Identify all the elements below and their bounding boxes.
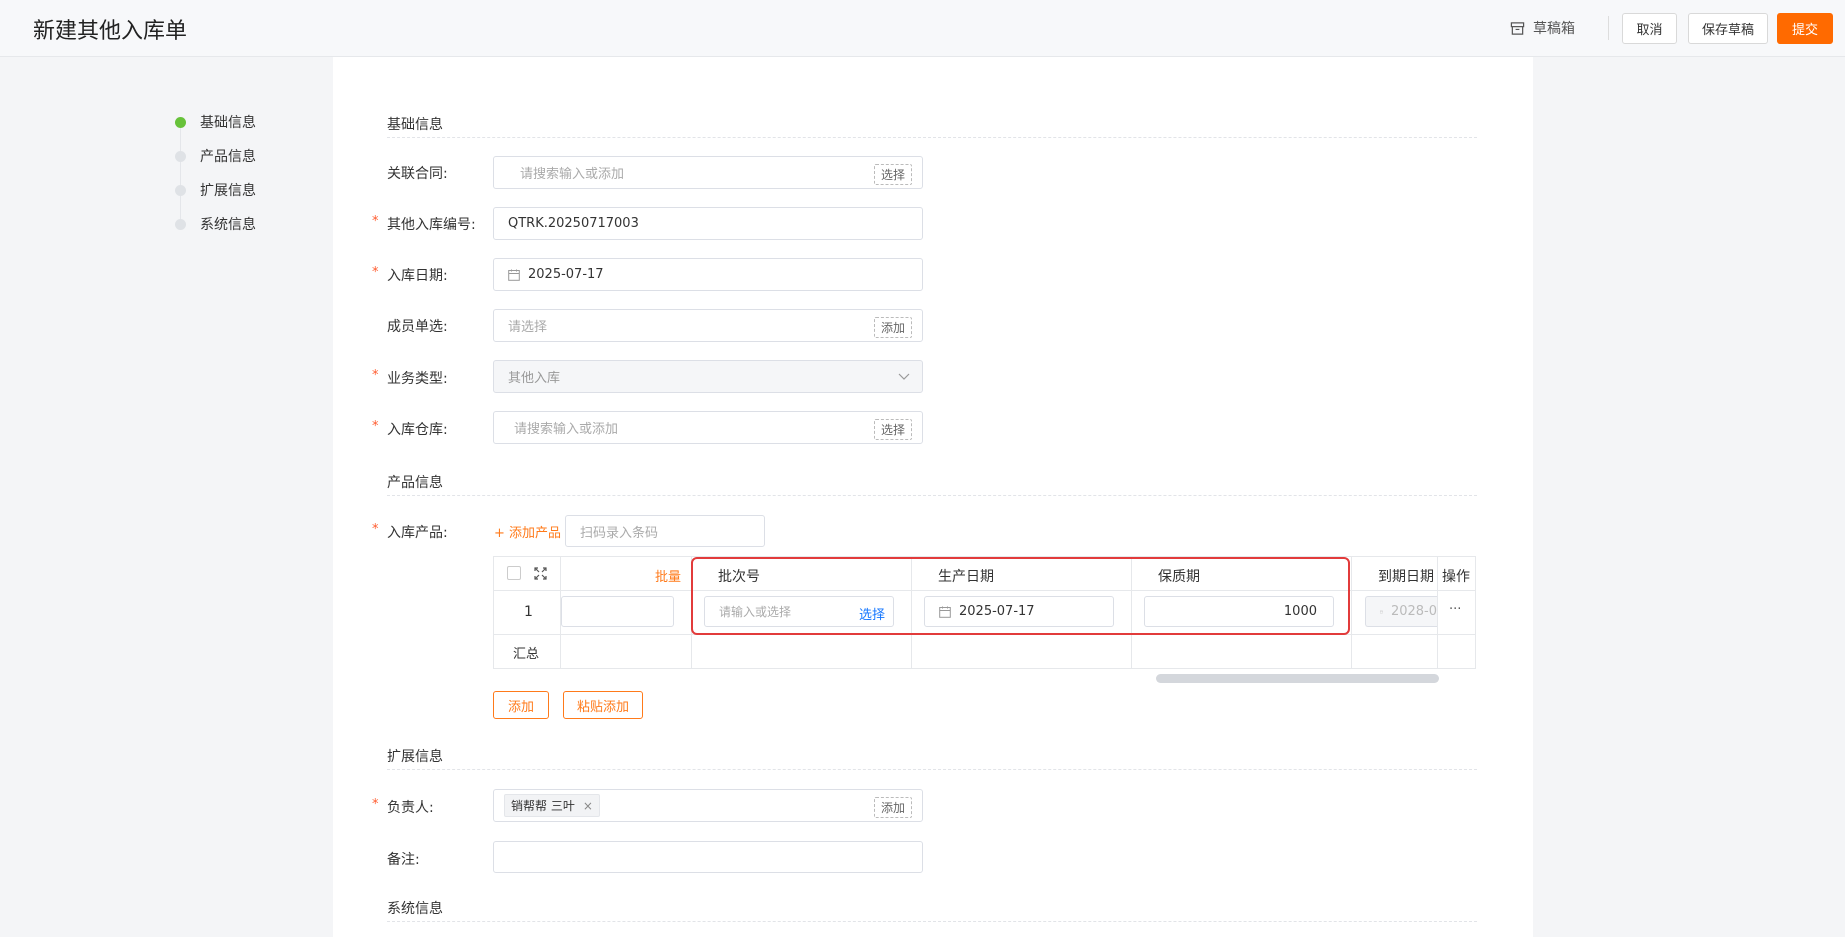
required-mark: * [372,368,379,383]
cancel-button[interactable]: 取消 [1622,13,1677,44]
add-row-button[interactable]: 添加 [493,691,549,719]
draft-box-label: 草稿箱 [1533,21,1575,37]
owner-select[interactable]: 销帮帮 三叶 × 添加 [493,789,923,822]
col-divider [1437,556,1438,669]
save-draft-button[interactable]: 保存草稿 [1688,13,1768,44]
section-divider [387,495,1477,496]
remark-label: 备注: [387,852,420,868]
warehouse-select-button[interactable]: 选择 [873,419,912,440]
code-value: QTRK.20250717003 [508,216,639,231]
row-more-menu[interactable]: ··· [1449,602,1461,617]
submit-button[interactable]: 提交 [1777,13,1833,44]
required-mark: * [372,797,379,812]
barcode-placeholder: 扫码录入条码 [580,525,659,541]
add-product-link[interactable]: + 添加产品 [494,522,561,541]
remark-input[interactable] [493,841,923,873]
date-value: 2025-07-17 [528,267,604,282]
biz-type-select: 其他入库 [493,360,923,393]
member-label: 成员单选: [387,319,448,335]
chevron-down-icon [898,373,910,380]
col-action: 操作 [1442,569,1470,585]
section-divider [387,769,1477,770]
select-all-checkbox[interactable] [507,566,521,580]
step-dot [175,150,186,162]
step-basic[interactable]: 基础信息 [175,112,256,132]
step-dot-active [175,116,186,128]
table-horizontal-scrollbar[interactable] [1156,674,1439,683]
close-icon[interactable]: × [583,799,593,813]
step-label: 系统信息 [200,217,256,233]
member-select[interactable]: 请选择 添加 [493,309,923,342]
biz-type-label: 业务类型: [387,371,448,387]
page-title: 新建其他入库单 [33,19,188,44]
stepper-line [180,128,181,222]
section-title-product: 产品信息 [387,475,443,491]
expire-date-picker: 2028-0 [1365,596,1437,627]
member-placeholder: 请选择 [508,320,548,335]
required-mark: * [372,214,379,229]
step-label: 扩展信息 [200,183,256,199]
batch-edit-link[interactable]: 批量 [655,566,681,585]
date-label: 入库日期: [387,268,448,284]
owner-label: 负责人: [387,800,434,816]
section-title-basic: 基础信息 [387,117,443,133]
owner-chip-label: 销帮帮 三叶 [511,799,575,813]
batch-cell-input[interactable] [561,596,674,627]
summary-label: 汇总 [513,647,540,662]
date-picker[interactable]: 2025-07-17 [493,258,923,291]
row-index: 1 [524,604,533,620]
code-label: 其他入库编号: [387,217,476,233]
warehouse-label: 入库仓库: [387,422,448,438]
step-extend[interactable]: 扩展信息 [175,180,256,200]
step-dot [175,184,186,196]
biz-type-value: 其他入库 [508,371,561,386]
products-label: 入库产品: [387,525,448,541]
highlight-box [691,557,1350,635]
owner-chip: 销帮帮 三叶 × [504,794,600,817]
section-title-extend: 扩展信息 [387,749,443,765]
owner-add-button[interactable]: 添加 [873,797,912,818]
col-divider [1351,556,1352,669]
step-label: 产品信息 [200,149,256,165]
section-divider [387,921,1477,922]
contract-label: 关联合同: [387,166,448,182]
step-product[interactable]: 产品信息 [175,146,256,166]
barcode-scan-input[interactable]: 扫码录入条码 [565,515,765,547]
draft-box-button[interactable]: 草稿箱 [1510,18,1575,38]
archive-icon [1510,21,1525,35]
paste-add-button[interactable]: 粘贴添加 [563,691,643,719]
contract-select-button[interactable]: 选择 [873,164,912,185]
step-label: 基础信息 [200,115,256,131]
warehouse-field[interactable]: 请搜索输入或添加 选择 [493,411,923,444]
step-system[interactable]: 系统信息 [175,214,256,234]
header-divider [1608,16,1609,40]
required-mark: * [372,265,379,280]
calendar-icon [508,269,520,281]
section-title-system: 系统信息 [387,901,443,917]
contract-field[interactable]: 请搜索输入或添加 选择 [493,156,923,189]
calendar-icon [1380,610,1383,613]
code-input[interactable]: QTRK.20250717003 [493,207,923,240]
warehouse-placeholder: 请搜索输入或添加 [514,422,619,437]
required-mark: * [372,522,379,537]
step-dot [175,218,186,230]
section-divider [387,137,1477,138]
col-expire-date: 到期日期 [1378,569,1434,585]
contract-placeholder: 请搜索输入或添加 [520,167,625,182]
expire-date-value: 2028-0 [1390,604,1437,619]
required-mark: * [372,419,379,434]
member-add-button[interactable]: 添加 [873,317,912,338]
expand-icon[interactable] [534,567,547,580]
